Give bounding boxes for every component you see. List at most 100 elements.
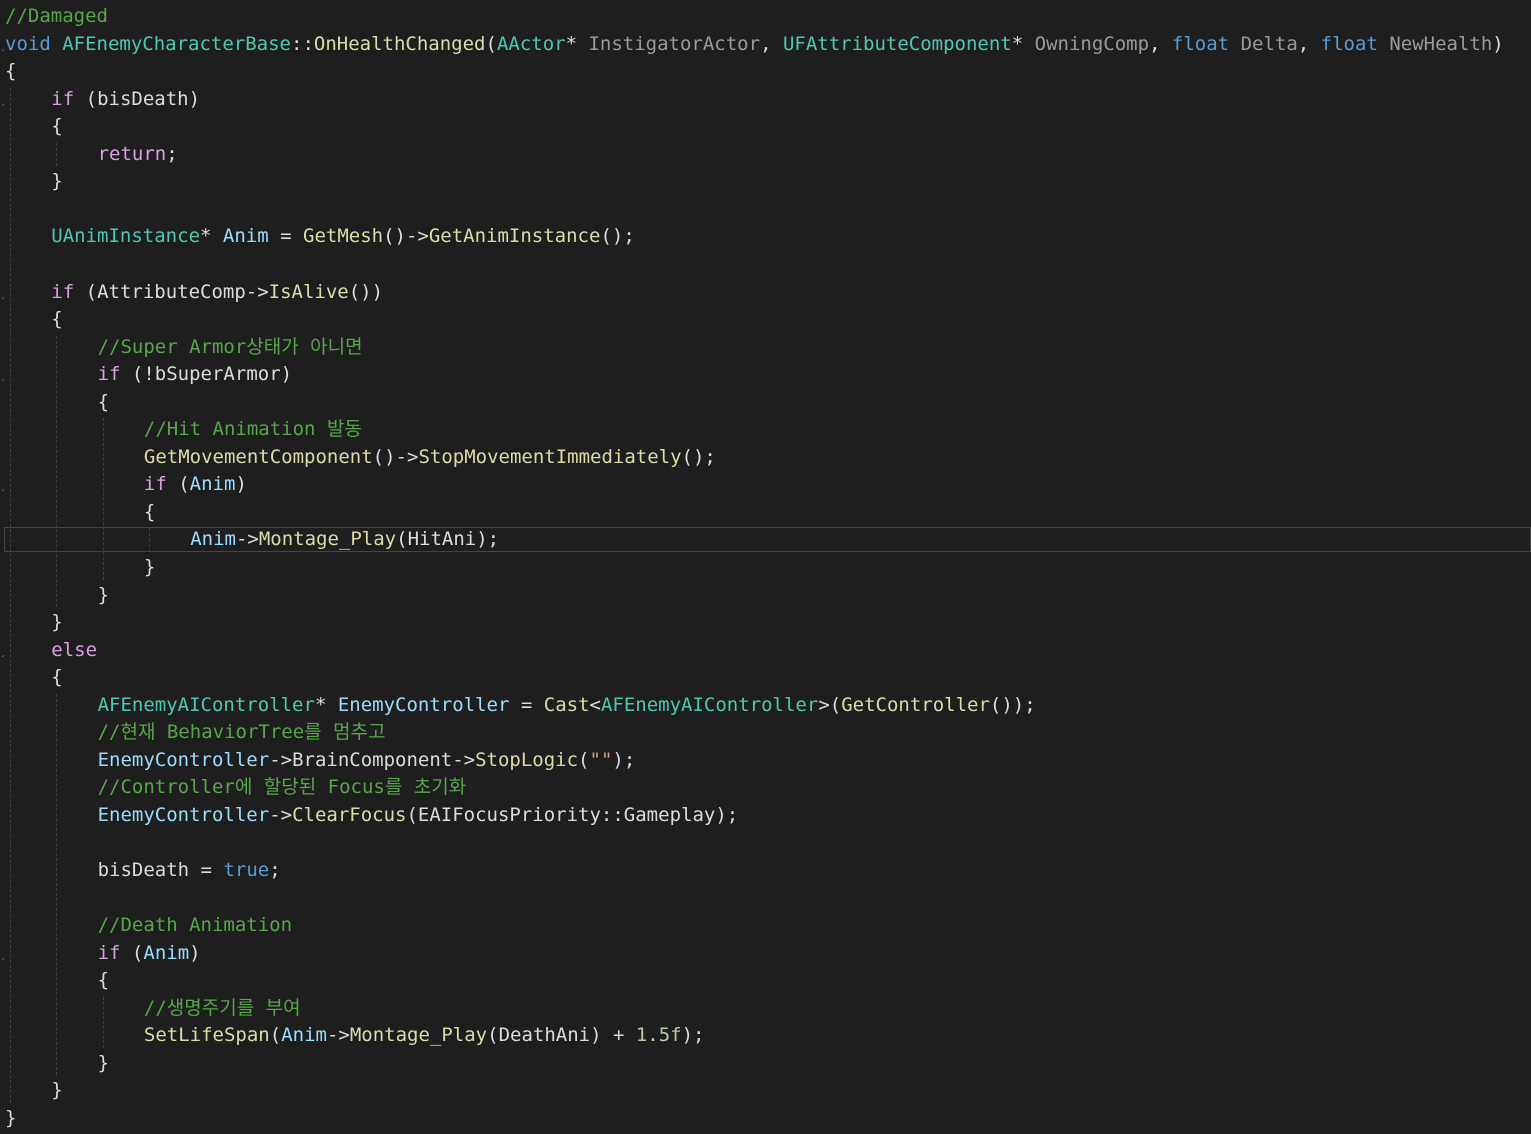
code-token: float <box>1320 32 1378 55</box>
code-token: //Controller에 할당된 Focus를 초기화 <box>97 776 467 799</box>
code-line[interactable]: void AFEnemyCharacterBase::OnHealthChang… <box>5 31 1504 59</box>
code-token: , <box>1297 32 1321 55</box>
fold-marker-icon[interactable]: ˏ <box>0 95 6 106</box>
code-line[interactable]: //Hit Animation 발동 <box>144 416 362 444</box>
code-line[interactable]: if (Anim) <box>144 471 247 499</box>
code-token: (HitAni); <box>396 528 500 551</box>
code-token: * <box>1011 32 1035 55</box>
code-line[interactable]: AFEnemyAIController* EnemyController = C… <box>98 692 1036 720</box>
code-token: ( <box>578 748 590 771</box>
code-token: } <box>5 1107 17 1129</box>
code-line[interactable]: if (bisDeath) <box>51 86 200 114</box>
code-token: Anim <box>143 941 190 964</box>
code-line[interactable]: { <box>51 113 62 141</box>
code-token: EnemyController <box>97 803 270 826</box>
code-token: bisDeath = <box>97 859 224 882</box>
code-line[interactable]: UAnimInstance* Anim = GetMesh()->GetAnim… <box>51 223 634 251</box>
code-line[interactable]: Anim->Montage_Play(HitAni); <box>190 526 499 554</box>
fold-marker-icon[interactable]: ˏ <box>0 481 6 491</box>
code-line[interactable]: } <box>51 609 62 637</box>
code-line[interactable]: if (!bSuperArmor) <box>98 361 292 389</box>
code-line[interactable]: { <box>5 58 16 86</box>
code-line[interactable]: } <box>51 168 62 196</box>
code-token: EnemyController <box>97 748 270 771</box>
code-token: (AttributeComp-> <box>74 280 269 303</box>
code-line[interactable]: //현재 BehaviorTree를 멈추고 <box>98 719 386 747</box>
code-token: "" <box>589 748 613 771</box>
fold-marker-icon[interactable]: ˏ <box>0 40 6 51</box>
code-line[interactable]: EnemyController->ClearFocus(EAIFocusPrio… <box>98 802 739 830</box>
code-line[interactable]: } <box>98 582 109 610</box>
code-token: GetMovementComponent <box>143 445 373 468</box>
code-token: GetAnimInstance <box>428 225 601 248</box>
code-token: if <box>97 363 121 386</box>
code-token: StopMovementImmediately <box>418 445 682 468</box>
code-token: if <box>97 941 121 964</box>
code-token: GetMesh <box>303 225 384 248</box>
code-token: { <box>5 60 17 83</box>
code-line[interactable]: else <box>51 637 97 665</box>
code-line[interactable]: } <box>5 1105 16 1133</box>
code-line[interactable]: //Death Animation <box>98 912 292 940</box>
code-token: Anim <box>190 528 236 551</box>
code-token: :: <box>291 32 314 55</box>
code-line[interactable]: { <box>51 664 62 692</box>
code-line[interactable]: { <box>144 499 155 527</box>
code-line[interactable]: GetMovementComponent()->StopMovementImme… <box>144 444 716 472</box>
code-line[interactable]: { <box>98 967 109 995</box>
code-token: = <box>268 225 303 248</box>
code-line[interactable]: //Damaged <box>5 3 108 31</box>
code-token: GetController <box>841 693 990 716</box>
fold-marker-icon[interactable]: ˏ <box>0 288 6 299</box>
indent-guide <box>56 142 58 167</box>
fold-marker-icon[interactable]: ˏ <box>0 646 6 657</box>
code-token: Delta <box>1240 32 1298 55</box>
code-line[interactable]: { <box>51 306 62 334</box>
code-token: ); <box>681 1024 705 1047</box>
code-token: 1.5f <box>635 1024 682 1047</box>
code-line[interactable]: } <box>98 1050 109 1078</box>
code-line[interactable]: //생명주기를 부여 <box>144 995 301 1023</box>
code-line[interactable]: return; <box>98 141 178 169</box>
code-token: AActor <box>496 32 566 55</box>
code-line[interactable]: } <box>51 1077 62 1105</box>
code-token: Anim <box>189 473 236 496</box>
code-line[interactable]: //Controller에 할당된 Focus를 초기화 <box>98 774 467 802</box>
code-line[interactable]: if (AttributeComp->IsAlive()) <box>51 279 383 307</box>
code-token: >( <box>818 693 842 716</box>
code-line[interactable]: SetLifeSpan(Anim->Montage_Play(DeathAni)… <box>144 1022 705 1050</box>
code-line[interactable]: { <box>98 389 109 417</box>
code-token: EnemyController <box>337 693 510 716</box>
code-line[interactable]: if (Anim) <box>98 940 201 968</box>
code-token: ()-> <box>372 445 419 468</box>
code-line[interactable]: //Super Armor상태가 아니면 <box>98 334 363 362</box>
code-editor[interactable]: //Damaged void AFEnemyCharacterBase::OnHe… <box>0 0 1531 1134</box>
code-token: } <box>51 170 63 193</box>
code-token: ); <box>612 748 636 771</box>
code-token: ) <box>189 941 201 964</box>
code-token: ClearFocus <box>292 803 407 826</box>
code-token: AFEnemyAIController <box>97 693 315 716</box>
code-token: { <box>97 390 110 413</box>
code-token: { <box>51 308 63 331</box>
indent-guide <box>56 693 58 1076</box>
code-token: //Hit Animation 발동 <box>143 418 362 441</box>
indent-guide <box>102 418 104 580</box>
code-token: AFEnemyAIController <box>600 693 819 716</box>
code-token: if <box>143 473 167 496</box>
fold-marker-icon[interactable]: ˏ <box>0 949 6 960</box>
code-line[interactable]: } <box>144 554 155 582</box>
code-line[interactable]: EnemyController->BrainComponent->StopLog… <box>98 747 636 775</box>
code-token: } <box>143 556 156 578</box>
code-token: , <box>1149 32 1172 55</box>
code-token: } <box>97 1051 110 1074</box>
code-token: * <box>200 225 223 248</box>
fold-marker-icon[interactable]: ˏ <box>0 371 6 381</box>
code-token: Montage_Play <box>258 528 397 551</box>
code-token: true <box>223 859 270 882</box>
code-line[interactable]: bisDeath = true; <box>98 857 281 885</box>
code-token: //Super Armor상태가 아니면 <box>97 335 363 358</box>
code-token: OnHealthChanged <box>313 32 486 55</box>
